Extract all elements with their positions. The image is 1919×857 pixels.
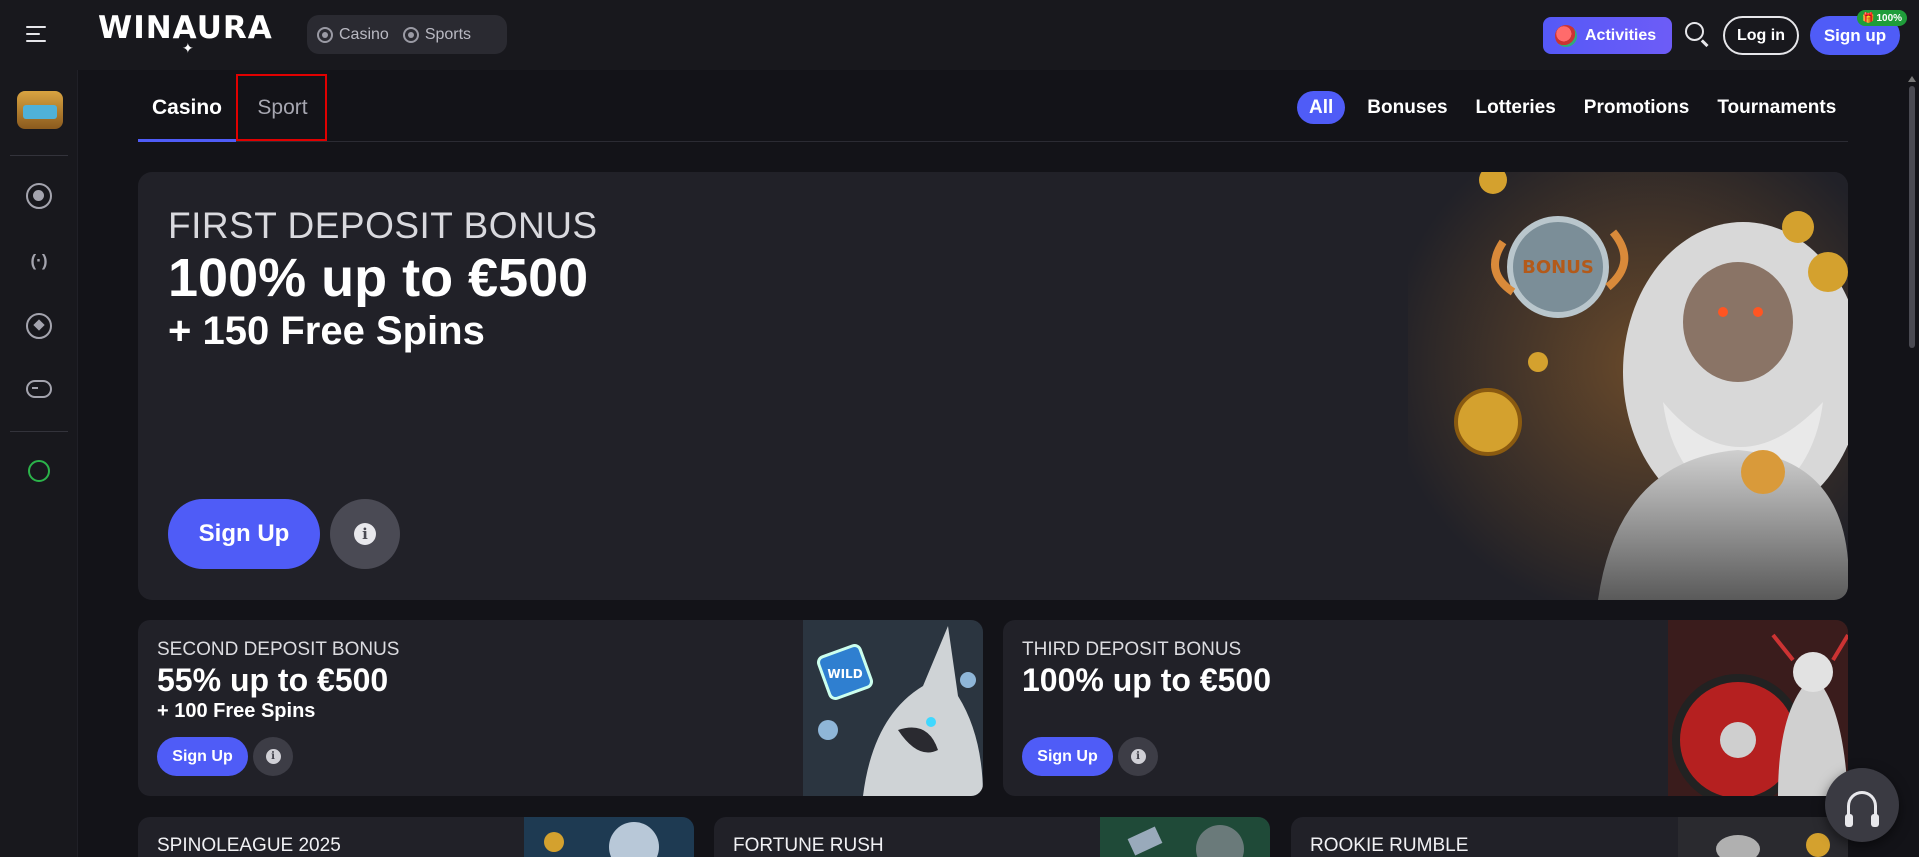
casino-chip-icon: [317, 26, 333, 43]
filter-tournaments[interactable]: Tournaments: [1711, 91, 1842, 124]
gamepad-icon[interactable]: [26, 380, 52, 398]
activities-button[interactable]: Activities: [1543, 17, 1672, 54]
anubis-illustration: WILD: [803, 620, 983, 796]
sidebar-divider: [10, 431, 68, 432]
scrollbar-thumb[interactable]: [1909, 86, 1915, 348]
rookie-rumble-illustration: [1678, 817, 1848, 857]
valkyrie-illustration: [1668, 620, 1848, 796]
spinoleague-card[interactable]: SPINOLEAGUE 2025: [138, 817, 694, 857]
info-icon: i: [354, 523, 376, 545]
mode-casino[interactable]: Casino: [317, 26, 389, 44]
scroll-up-arrow-icon[interactable]: [1908, 76, 1916, 82]
scrollbar[interactable]: [1908, 76, 1916, 857]
logo-star-icon: ✦: [182, 41, 195, 57]
soccer-ball-icon: [402, 26, 419, 43]
login-button[interactable]: Log in: [1723, 16, 1799, 55]
mode-sports-label: Sports: [424, 25, 472, 43]
search-icon[interactable]: [1685, 22, 1711, 48]
signup-badge-text: 100%: [1876, 12, 1903, 24]
gift-icon: 🎁: [1862, 12, 1875, 24]
activities-label: Activities: [1585, 26, 1657, 44]
card-info-button[interactable]: i: [253, 737, 293, 776]
mini-card-title: FORTUNE RUSH: [733, 835, 884, 856]
logo[interactable]: WINAURA ✦: [98, 10, 273, 57]
card-info-button[interactable]: i: [1118, 737, 1158, 776]
card-signup-button[interactable]: Sign Up: [157, 737, 248, 776]
support-chat-button[interactable]: [1825, 768, 1899, 842]
info-icon: i: [1130, 749, 1146, 764]
rookie-rumble-card[interactable]: ROOKIE RUMBLE: [1291, 817, 1848, 857]
card-kicker: THIRD DEPOSIT BONUS: [1022, 639, 1242, 660]
casino-chip-icon[interactable]: [26, 183, 52, 209]
card-signup-button[interactable]: Sign Up: [1022, 737, 1113, 776]
mode-sports[interactable]: Sports: [402, 25, 472, 44]
hero-info-button[interactable]: i: [330, 499, 400, 569]
filter-promotions[interactable]: Promotions: [1578, 91, 1696, 124]
spinoleague-illustration: [524, 817, 694, 857]
active-tab-indicator: [138, 139, 236, 142]
second-deposit-card[interactable]: SECOND DEPOSIT BONUS 55% up to €500 + 10…: [138, 620, 983, 796]
headset-icon[interactable]: [28, 460, 50, 482]
filter-lotteries[interactable]: Lotteries: [1470, 91, 1562, 124]
headset-icon: [1845, 791, 1879, 827]
bonus-coin-label: BONUS: [1522, 257, 1594, 278]
filter-bonuses[interactable]: Bonuses: [1361, 91, 1453, 124]
card-subtitle: + 100 Free Spins: [157, 700, 316, 722]
fortune-rush-card[interactable]: FORTUNE RUSH: [714, 817, 1270, 857]
tab-casino[interactable]: Casino: [138, 74, 236, 142]
card-title: 100% up to €500: [1022, 662, 1271, 698]
live-signal-icon[interactable]: (·): [26, 248, 52, 274]
hero-subtitle: + 150 Free Spins: [168, 309, 485, 353]
promo-filters: All Bonuses Lotteries Promotions Tournam…: [1297, 91, 1842, 124]
hero-title: 100% up to €500: [168, 248, 589, 308]
signup-bonus-badge: 🎁 100%: [1857, 10, 1908, 26]
card-title: 55% up to €500: [157, 662, 389, 698]
sidebar: (·): [0, 70, 78, 857]
card-kicker: SECOND DEPOSIT BONUS: [157, 639, 400, 660]
mini-card-title: SPINOLEAGUE 2025: [157, 835, 341, 856]
hero-kicker: FIRST DEPOSIT BONUS: [168, 205, 598, 246]
top-bar: WINAURA ✦ Casino Sports Activities Log in…: [0, 0, 1919, 70]
third-deposit-card[interactable]: THIRD DEPOSIT BONUS 100% up to €500 Sign…: [1003, 620, 1848, 796]
mini-card-title: ROOKIE RUMBLE: [1310, 835, 1469, 856]
wild-label: WILD: [827, 667, 862, 681]
info-icon: i: [265, 749, 281, 764]
first-deposit-banner[interactable]: FIRST DEPOSIT BONUS 100% up to €500 + 15…: [138, 172, 1848, 600]
hero-signup-button[interactable]: Sign Up: [168, 499, 320, 569]
zeus-illustration: BONUS: [1408, 172, 1848, 600]
mode-casino-label: Casino: [339, 25, 389, 43]
sport-tab-highlight: [236, 74, 327, 141]
sidebar-divider: [10, 155, 68, 156]
soccer-ball-icon[interactable]: [26, 313, 52, 339]
mode-switch: Casino Sports: [307, 15, 507, 54]
activities-icon: [1555, 24, 1577, 47]
menu-icon[interactable]: [26, 26, 50, 44]
fortune-rush-illustration: [1100, 817, 1270, 857]
filter-all[interactable]: All: [1297, 91, 1346, 124]
treasure-chest-icon[interactable]: [17, 91, 63, 129]
